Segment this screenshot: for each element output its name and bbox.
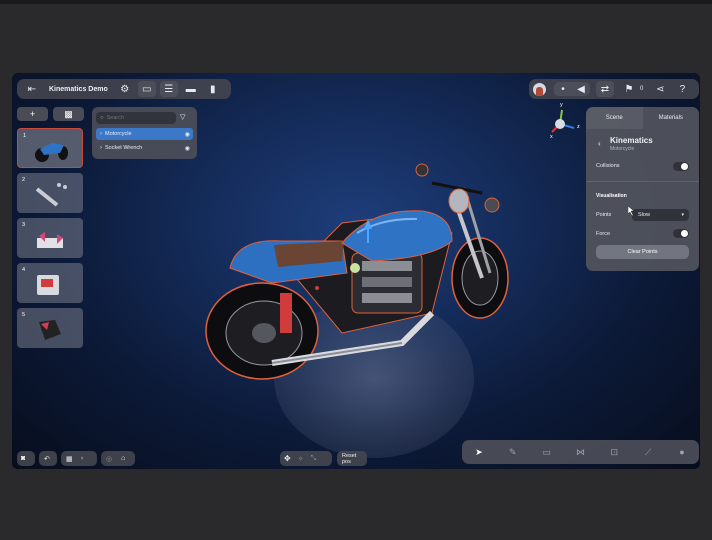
points-label: Points [596, 212, 612, 218]
exit-icon[interactable]: ⇤ [23, 81, 41, 97]
collisions-toggle[interactable] [673, 162, 689, 171]
outline-list-icon[interactable]: ☰ [159, 81, 178, 97]
gizmo-y-label: y [560, 102, 563, 108]
mouse-cursor-icon [628, 206, 635, 216]
window-top-strip [0, 0, 712, 4]
app-title: Kinematics Demo [49, 85, 108, 93]
explode-view-icon[interactable]: ⋈ [569, 443, 591, 461]
search-field[interactable]: ○ [96, 112, 176, 124]
scene-tree-panel: ○ ▽ › Motorcycle ◉ › Socket Wrench ◉ [92, 107, 197, 159]
tab-scene[interactable]: Scene [586, 107, 643, 129]
camera-icon: ◙ [21, 455, 26, 462]
tree-item-socket-wrench[interactable]: › Socket Wrench ◉ [96, 142, 193, 154]
points-select-value: Slow [638, 212, 650, 218]
panel-title: Kinematics [610, 136, 653, 145]
participants-icon[interactable]: ⚑ [620, 81, 638, 97]
section-cut-icon[interactable]: ● [671, 443, 693, 461]
swap-icon[interactable]: ⇄ [596, 81, 614, 97]
search-input[interactable] [106, 115, 167, 121]
participant-count: 0 [640, 86, 644, 92]
gizmo-z-label: z [577, 124, 580, 130]
navigation-controls: ◎ ⌂ [101, 451, 135, 466]
settings-gear-icon[interactable]: ⚙ [116, 81, 134, 97]
tab-materials[interactable]: Materials [643, 107, 700, 129]
scale-icon[interactable]: ⤡ [311, 455, 317, 463]
globe-icon[interactable]: ◎ [106, 455, 112, 463]
comment-icon[interactable]: ▭ [536, 443, 558, 461]
move-icon[interactable]: ✥ [284, 454, 291, 463]
book-icon[interactable]: ▮ [204, 81, 222, 97]
slide-number: 2 [22, 177, 26, 183]
panel-tabs: Scene Materials [586, 107, 699, 129]
chevron-right-icon[interactable]: › [100, 131, 102, 137]
tree-item-label: Motorcycle [105, 131, 132, 137]
undo-icon: ↶ [44, 455, 50, 463]
grid-icon[interactable]: ▦ [66, 455, 73, 463]
force-toggle[interactable] [673, 229, 689, 238]
tree-item-motorcycle[interactable]: › Motorcycle ◉ [96, 128, 193, 140]
undo-button[interactable]: ↶ [39, 451, 57, 466]
laser-pointer-icon[interactable]: ✎ [502, 443, 524, 461]
view-controls: ▦ ◐ [61, 451, 97, 466]
header-right-controls: • ◀ ⇄ ⚑ 0 ⋖ ? [529, 79, 699, 99]
chevron-down-icon: ▾ [681, 212, 684, 218]
slide-number: 5 [22, 312, 26, 318]
media-controls: • ◀ [554, 82, 590, 96]
orientation-gizmo[interactable]: y x z [538, 102, 588, 146]
slide-thumbnail-1[interactable]: 1 [17, 128, 83, 168]
slide-thumbnail-2[interactable]: 2 [17, 173, 83, 213]
home-icon[interactable]: ⌂ [121, 455, 125, 462]
force-label: Force [596, 231, 611, 237]
snapshot-icon[interactable]: ⊡ [603, 443, 625, 461]
points-select[interactable]: Slow ▾ [632, 209, 689, 221]
collisions-label: Collisions [596, 163, 620, 169]
filter-icon[interactable]: ▽ [180, 113, 185, 121]
eye-icon[interactable]: ◉ [185, 131, 190, 138]
add-slide-button[interactable]: + [17, 107, 48, 121]
folder-icon[interactable]: ▬ [182, 81, 200, 97]
briefcase-icon[interactable]: ▭ [137, 81, 156, 97]
properties-panel: Scene Materials ‹ Kinematics Motorcycle … [586, 107, 699, 271]
slide-number: 1 [23, 133, 27, 139]
select-cursor-icon[interactable]: ➤ [468, 443, 490, 461]
measure-icon[interactable]: ⟋ [637, 443, 659, 461]
camera-button[interactable]: ◙ [17, 451, 35, 466]
search-icon: ○ [100, 115, 104, 121]
slide-number: 4 [22, 267, 26, 273]
gizmo-x-label: x [550, 134, 553, 140]
eye-icon[interactable]: ◉ [185, 145, 190, 152]
reset-position-button[interactable]: Reset pos [337, 451, 367, 466]
back-chevron-icon[interactable]: ‹ [598, 139, 601, 148]
panel-header: ‹ Kinematics Motorcycle [586, 133, 699, 157]
microphone-icon[interactable]: • [554, 81, 572, 97]
avatar[interactable] [533, 82, 546, 96]
tools-toolbar: ➤ ✎ ▭ ⋈ ⊡ ⟋ ● [462, 440, 699, 464]
slide-number: 3 [22, 222, 26, 228]
split-view-icon[interactable]: ◐ [81, 455, 85, 462]
layers-icon[interactable]: ▩ [53, 107, 84, 121]
slide-thumbnail-3[interactable]: 3 [17, 218, 83, 258]
panel-subtitle: Motorcycle [610, 146, 635, 152]
divider [586, 181, 699, 182]
help-icon[interactable]: ? [673, 81, 691, 97]
slide-thumbnail-4[interactable]: 4 [17, 263, 83, 303]
play-back-icon[interactable]: ◀ [572, 81, 590, 97]
share-icon[interactable]: ⋖ [651, 81, 669, 97]
tree-item-label: Socket Wrench [105, 145, 143, 151]
rotate-icon[interactable]: ✧ [298, 455, 304, 463]
title-bar: ⇤ Kinematics Demo ⚙ ▭ ☰ ▬ ▮ [17, 79, 231, 99]
sidebar-actions: + ▩ [17, 107, 84, 121]
chevron-right-icon[interactable]: › [100, 145, 102, 151]
clear-points-button[interactable]: Clear Points [596, 245, 689, 259]
transform-controls: ✥ ✧ ⤡ [280, 451, 332, 466]
visualisation-heading: Visualisation [596, 193, 627, 199]
reset-position-label: Reset pos [342, 452, 357, 465]
slide-thumbnail-5[interactable]: 5 [17, 308, 83, 348]
